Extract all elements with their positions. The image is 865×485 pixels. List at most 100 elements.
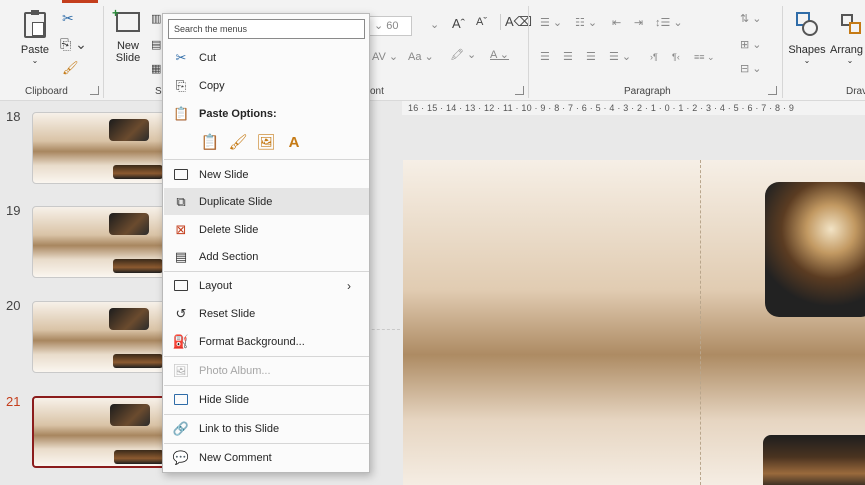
slide-thumbnail[interactable] — [32, 206, 166, 278]
thumbnail-image — [114, 450, 164, 464]
menu-item-label: Copy — [199, 79, 225, 92]
menu-item-layout[interactable]: Layout › — [164, 272, 369, 299]
menu-item-cut[interactable]: ✂ Cut — [164, 44, 369, 71]
ltr-icon[interactable]: ›¶ — [650, 52, 658, 62]
menu-item-add-section[interactable]: ▤ Add Section — [164, 243, 369, 270]
thumbnail-image — [109, 119, 149, 141]
character-spacing-icon[interactable]: AV ⌄ — [372, 50, 398, 63]
shrink-font-icon[interactable]: Aˇ — [476, 16, 487, 28]
active-tab-indicator — [62, 0, 98, 3]
copy-icon[interactable]: ⎘ ⌄ — [60, 36, 87, 53]
paste-keep-text-only-icon[interactable]: A — [283, 131, 305, 153]
divider — [528, 6, 529, 98]
reset-icon[interactable]: ▤ — [151, 38, 161, 51]
vertical-guide[interactable] — [700, 160, 701, 485]
menu-search-input[interactable]: Search the menus — [168, 19, 365, 39]
paste-picture-icon[interactable]: 🖼 — [255, 131, 277, 153]
menu-item-new-comment[interactable]: 💬 New Comment — [164, 444, 369, 471]
shapes-button[interactable]: Shapes ⌄ — [788, 12, 826, 65]
slide-number: 19 — [6, 203, 21, 218]
change-case-icon[interactable]: Aa ⌄ — [408, 50, 434, 63]
new-slide-label: New Slide — [115, 40, 141, 64]
slide-canvas[interactable] — [403, 160, 865, 485]
divider — [103, 6, 104, 98]
menu-item-reset-slide[interactable]: ↺ Reset Slide — [164, 300, 369, 327]
decrease-indent-icon[interactable]: ⇤ — [612, 16, 621, 29]
menu-item-label: Reset Slide — [199, 307, 256, 320]
align-text-icon[interactable]: ⊞ ⌄ — [740, 38, 762, 51]
paste-use-destination-theme-icon[interactable]: 📋 — [199, 131, 221, 153]
bullets-icon[interactable]: ☰ ⌄ — [540, 16, 562, 29]
menu-item-delete-slide[interactable]: ⊠ Delete Slide — [164, 216, 369, 243]
rtl-icon[interactable]: ¶‹ — [672, 52, 680, 62]
group-label-drawing: Drav — [846, 86, 865, 97]
menu-item-new-slide[interactable]: New Slide — [164, 161, 369, 188]
menu-item-photo-album: 🖼 Photo Album... — [164, 357, 369, 384]
highlight-color-icon[interactable]: 🖍 ⌄ — [450, 48, 476, 61]
section-icon: ▤ — [174, 248, 188, 264]
chevron-down-icon: ⌄ — [846, 56, 854, 65]
chevron-down-icon: ⌄ — [374, 20, 384, 32]
menu-item-copy[interactable]: ⎘ Copy — [164, 72, 369, 99]
font-size-combo[interactable]: ⌄ 60 — [370, 16, 412, 36]
align-center-icon[interactable]: ☰ — [563, 50, 573, 63]
section-icon[interactable]: ▦ — [151, 62, 161, 75]
thumbnail-image — [109, 308, 149, 330]
paragraph-launcher-icon[interactable] — [768, 86, 777, 95]
slide-image-books[interactable] — [765, 182, 865, 317]
group-label-font: ont — [370, 86, 384, 97]
slide-thumbnail[interactable] — [32, 112, 166, 184]
slide-thumbnail[interactable] — [32, 301, 166, 373]
align-right-icon[interactable]: ☰ — [586, 50, 596, 63]
columns-icon[interactable]: ≡≡ ⌄ — [694, 52, 715, 63]
grow-font-icon[interactable]: Aˆ — [452, 16, 465, 31]
new-slide-button[interactable]: + New Slide — [110, 6, 146, 64]
font-color-icon[interactable]: A ⌄ — [490, 48, 509, 61]
scissors-icon: ✂ — [175, 49, 187, 65]
slide-thumbnail-selected[interactable] — [32, 396, 166, 468]
clipboard-icon — [24, 10, 46, 38]
font-launcher-icon[interactable] — [515, 86, 524, 95]
group-label-paragraph: Paragraph — [624, 86, 671, 97]
paste-label: Paste — [20, 44, 50, 56]
layout-icon[interactable]: ▥ — [151, 12, 161, 25]
smartart-icon[interactable]: ⊟ ⌄ — [740, 62, 762, 75]
shapes-icon — [794, 12, 820, 38]
paste-keep-source-formatting-icon[interactable]: 🖌 — [227, 131, 249, 153]
line-spacing-icon[interactable]: ↕☰ ⌄ — [655, 16, 683, 29]
font-size-dropdown-icon[interactable]: ⌄ — [430, 18, 439, 31]
ruler-ticks: 16 · 15 · 14 · 13 · 12 · 11 · 10 · 9 · 8… — [408, 103, 795, 113]
clipboard-launcher-icon[interactable] — [90, 86, 99, 95]
align-left-icon[interactable]: ☰ — [540, 50, 550, 63]
paste-options-row: 📋 🖌 🖼 A — [199, 131, 305, 155]
menu-item-duplicate-slide[interactable]: ⧉ Duplicate Slide — [164, 188, 369, 215]
layout-icon — [173, 278, 189, 294]
numbering-icon[interactable]: ☷ ⌄ — [575, 16, 597, 29]
menu-item-label: Cut — [199, 51, 217, 64]
menu-item-link-to-slide[interactable]: 🔗 Link to this Slide — [164, 415, 369, 442]
menu-search-placeholder: Search the menus — [174, 24, 248, 34]
text-direction-icon[interactable]: ⇅ ⌄ — [740, 12, 762, 25]
increase-indent-icon[interactable]: ⇥ — [634, 16, 643, 29]
justify-icon[interactable]: ☰ ⌄ — [609, 50, 631, 63]
slide-number: 18 — [6, 109, 21, 124]
cut-icon[interactable]: ✂ — [62, 10, 74, 27]
arrange-icon — [837, 12, 863, 38]
menu-item-label: New Comment — [199, 451, 272, 464]
arrange-button[interactable]: Arrang ⌄ — [830, 12, 865, 65]
clipboard-icon: 📋 — [173, 106, 190, 121]
horizontal-ruler[interactable]: 16 · 15 · 14 · 13 · 12 · 11 · 10 · 9 · 8… — [402, 101, 865, 115]
paste-button[interactable]: Paste ⌄ — [18, 10, 52, 65]
slide-image-bottom[interactable] — [763, 435, 865, 485]
menu-item-format-background[interactable]: ⛽ Format Background... — [164, 328, 369, 355]
shapes-label: Shapes — [788, 44, 826, 56]
divider — [782, 6, 783, 98]
paste-options-label: Paste Options: — [199, 108, 277, 120]
format-painter-icon[interactable]: 🖌 — [62, 60, 79, 76]
ribbon: Paste ⌄ ✂ ⎘ ⌄ 🖌 Clipboard + New Slide ▥ … — [0, 0, 865, 101]
menu-item-hide-slide[interactable]: Hide Slide — [164, 386, 369, 413]
menu-item-label: Add Section — [199, 250, 259, 263]
font-size-value: 60 — [386, 20, 399, 32]
menu-item-label: Format Background... — [199, 335, 305, 348]
menu-item-label: Link to this Slide — [199, 422, 280, 435]
